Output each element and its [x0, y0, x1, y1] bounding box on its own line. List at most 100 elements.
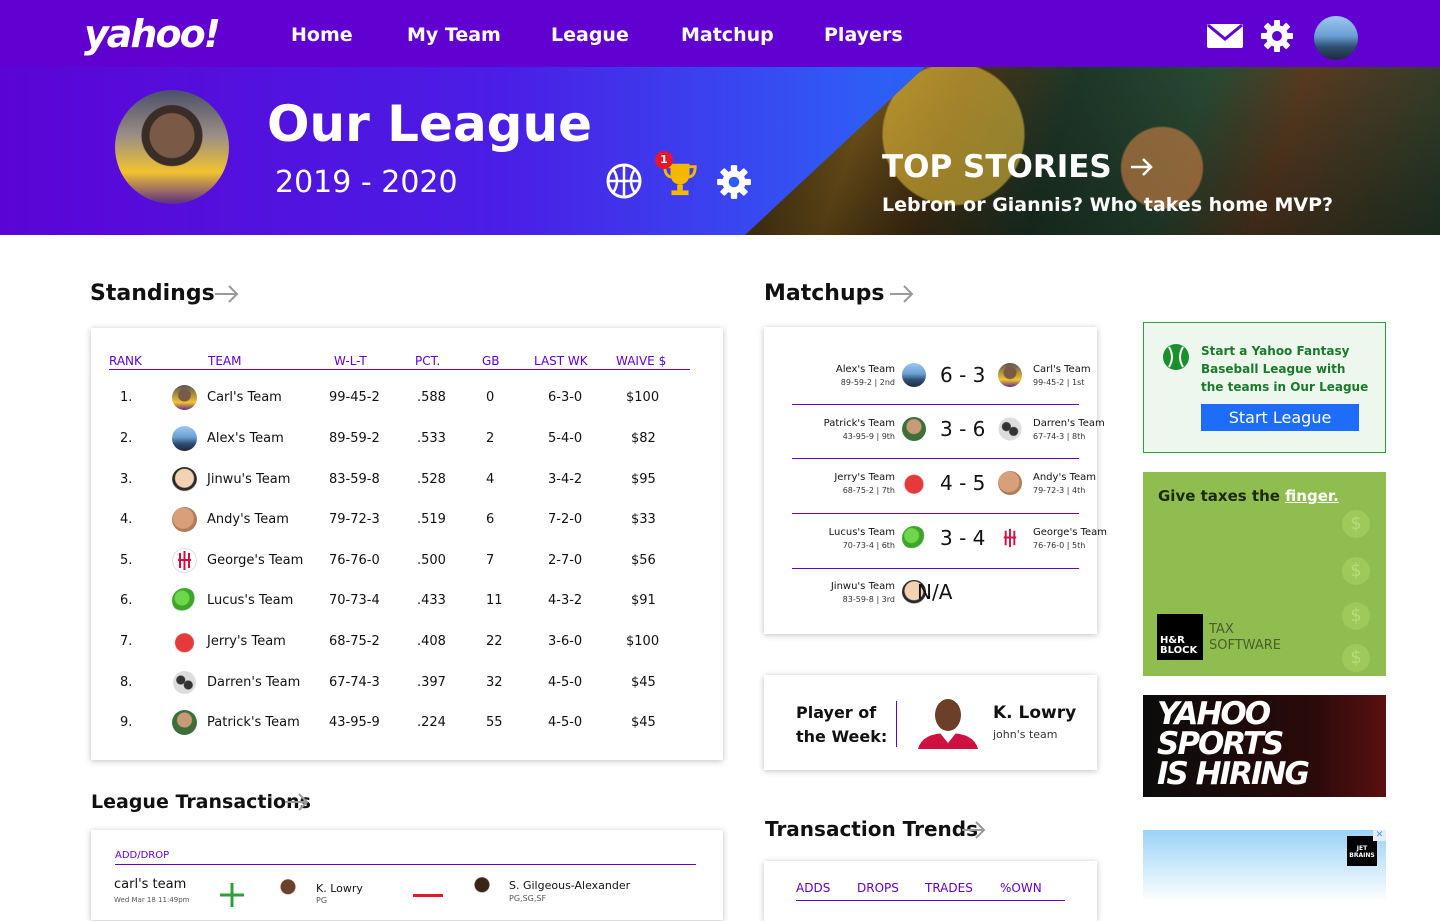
added-player[interactable]: K. Lowry: [316, 882, 363, 895]
away-team[interactable]: Andy's Team: [1033, 472, 1096, 483]
wlt: 83-59-8: [329, 472, 380, 487]
ys-line-3: IS HIRING: [1157, 756, 1310, 792]
tab-adds[interactable]: ADDS: [796, 881, 830, 895]
gb: 32: [486, 675, 503, 690]
team-name[interactable]: Patrick's Team: [207, 715, 300, 730]
team-name[interactable]: Lucus's Team: [207, 593, 293, 608]
table-row[interactable]: 7. Jerry's Team 68-75-2 .408 22 3-6-0 $1…: [91, 622, 723, 662]
matchup-row[interactable]: Jinwu's Team 83-59-8 | 3rd N/A: [792, 568, 1079, 622]
col-waive[interactable]: WAIVE $: [616, 354, 666, 368]
tab-trades[interactable]: TRADES: [925, 881, 973, 895]
col-wlt[interactable]: W-L-T: [334, 354, 367, 368]
team-name[interactable]: Jinwu's Team: [207, 472, 290, 487]
standings-arrow-icon[interactable]: [213, 284, 241, 304]
yahoo-logo[interactable]: yahoo!: [84, 12, 221, 56]
nav-players[interactable]: Players: [824, 24, 903, 46]
start-league-button[interactable]: Start League: [1201, 404, 1359, 431]
team-name[interactable]: Jerry's Team: [207, 634, 286, 649]
player-headshot: [918, 699, 978, 749]
league-transactions-title[interactable]: League Transactions: [91, 791, 311, 813]
nav-league[interactable]: League: [551, 24, 629, 46]
tab-drops[interactable]: DROPS: [857, 881, 899, 895]
basketball-icon[interactable]: [605, 162, 643, 200]
home-team[interactable]: Jinwu's Team: [831, 581, 895, 592]
team-avatar: [902, 417, 926, 441]
matchups-title[interactable]: Matchups: [764, 281, 884, 306]
transactions-arrow-icon[interactable]: [283, 792, 311, 812]
team-name[interactable]: Alex's Team: [207, 431, 284, 446]
team-name[interactable]: George's Team: [207, 553, 303, 568]
mail-icon[interactable]: [1205, 20, 1245, 50]
user-avatar[interactable]: [1314, 16, 1358, 60]
nav-matchup[interactable]: Matchup: [681, 24, 774, 46]
table-row[interactable]: 8. Darren's Team 67-74-3 .397 32 4-5-0 $…: [91, 663, 723, 703]
gb: 6: [486, 512, 495, 527]
matchup-score: 3 - 6: [940, 417, 986, 441]
last-wk: 4-3-2: [548, 593, 583, 608]
table-row[interactable]: 9. Patrick's Team 43-95-9 .224 55 4-5-0 …: [91, 703, 723, 743]
yahoo-sports-hiring-ad[interactable]: YAHOO SPORTS IS HIRING: [1143, 695, 1386, 797]
trends-arrow-icon[interactable]: [960, 820, 988, 840]
matchup-row[interactable]: Patrick's Team 43-95-9 | 9th 3 - 6 Darre…: [792, 404, 1105, 458]
gb: 55: [486, 715, 503, 730]
col-gb[interactable]: GB: [482, 354, 500, 368]
home-team[interactable]: Lucus's Team: [829, 527, 895, 538]
matchups-arrow-icon[interactable]: [888, 284, 916, 304]
jetbrains-ad[interactable]: JET BRAINS ✕: [1143, 830, 1386, 902]
standings-title[interactable]: Standings: [90, 281, 215, 306]
matchup-row[interactable]: Lucus's Team 70-73-4 | 6th 3 - 4 George'…: [792, 513, 1107, 567]
wlt: 67-74-3: [329, 675, 380, 690]
table-row[interactable]: 6. Lucus's Team 70-73-4 .433 11 4-3-2 $9…: [91, 581, 723, 621]
matchup-row[interactable]: Jerry's Team 68-75-2 | 7th 4 - 5 Andy's …: [792, 458, 1096, 512]
home-team[interactable]: Patrick's Team: [824, 418, 895, 429]
gb: 2: [486, 431, 495, 446]
potw-player-name[interactable]: K. Lowry: [993, 703, 1076, 723]
ys-line-1: YAHOO: [1157, 696, 1271, 732]
transaction-trends-title[interactable]: Transaction Trends: [765, 817, 978, 841]
matchup-row[interactable]: Alex's Team 89-59-2 | 2nd 6 - 3 Carl's T…: [792, 347, 1091, 401]
waive: $45: [631, 715, 656, 730]
transaction-team[interactable]: carl's team: [114, 877, 186, 892]
ad-close-icon[interactable]: ✕: [1373, 830, 1386, 841]
team-name[interactable]: Andy's Team: [207, 512, 289, 527]
col-team[interactable]: TEAM: [208, 354, 241, 368]
table-row[interactable]: 3. Jinwu's Team 83-59-8 .528 4 3-4-2 $95: [91, 460, 723, 500]
away-team[interactable]: Carl's Team: [1033, 364, 1091, 375]
table-row[interactable]: 2. Alex's Team 89-59-2 .533 2 5-4-0 $82: [91, 419, 723, 459]
nav-home[interactable]: Home: [291, 24, 353, 46]
last-wk: 6-3-0: [548, 390, 583, 405]
transaction-date: Wed Mar 18 11:49pm: [114, 896, 190, 904]
col-last-wk[interactable]: LAST WK: [534, 354, 588, 368]
tab-own[interactable]: %OWN: [1000, 881, 1042, 895]
gear-icon[interactable]: [1259, 18, 1295, 54]
col-rank[interactable]: RANK: [109, 354, 142, 368]
league-title: Our League: [267, 95, 592, 153]
table-row[interactable]: 5. George's Team 76-76-0 .500 7 2-7-0 $5…: [91, 541, 723, 581]
last-wk: 3-4-2: [548, 472, 583, 487]
table-row[interactable]: 1. Carl's Team 99-45-2 .588 0 6-3-0 $100: [91, 378, 723, 418]
league-settings-icon[interactable]: [715, 163, 753, 201]
potw-label-2: the Week:: [796, 727, 888, 746]
last-wk: 2-7-0: [548, 553, 583, 568]
hr-headline-text: Give taxes the: [1158, 487, 1286, 505]
top-story-headline[interactable]: Lebron or Giannis? Who takes home MVP?: [882, 194, 1333, 216]
home-team[interactable]: Alex's Team: [836, 364, 895, 375]
col-pct[interactable]: PCT.: [415, 354, 440, 368]
top-stories-link[interactable]: TOP STORIES: [882, 149, 1155, 185]
fantasy-baseball-ad[interactable]: Start a Yahoo Fantasy Baseball League wi…: [1143, 322, 1386, 453]
away-team[interactable]: Darren's Team: [1033, 418, 1105, 429]
table-row[interactable]: 4. Andy's Team 79-72-3 .519 6 7-2-0 $33: [91, 500, 723, 540]
potw-label-1: Player of: [796, 703, 877, 722]
away-team[interactable]: George's Team: [1033, 527, 1107, 538]
player-of-week-card[interactable]: Player of the Week: K. Lowry john's team: [764, 675, 1097, 770]
team-name[interactable]: Carl's Team: [207, 390, 282, 405]
pct: .433: [417, 593, 446, 608]
pct: .500: [417, 553, 446, 568]
team-name[interactable]: Darren's Team: [207, 675, 300, 690]
home-team[interactable]: Jerry's Team: [834, 472, 895, 483]
rank: 6.: [120, 593, 133, 608]
dropped-player[interactable]: S. Gilgeous-Alexander: [509, 879, 630, 892]
nav-my-team[interactable]: My Team: [407, 24, 501, 46]
hr-block-ad[interactable]: Give taxes the finger. $ $ $ $ H&R BLOCK…: [1143, 472, 1386, 676]
last-wk: 4-5-0: [548, 715, 583, 730]
